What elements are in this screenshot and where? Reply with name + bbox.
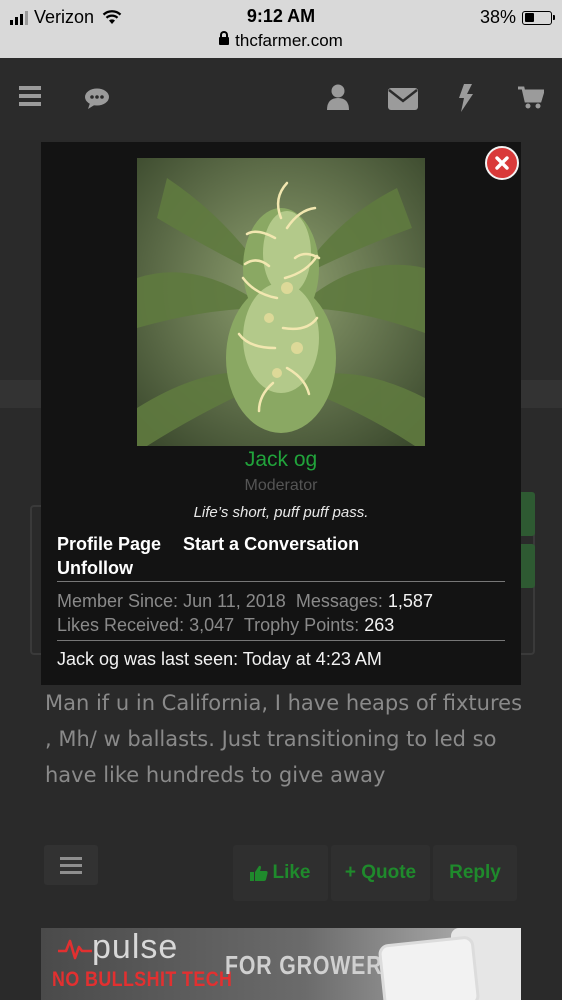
- likes-value: 3,047: [189, 615, 235, 635]
- ad-tagline: NO BULLSHIT TECH: [52, 968, 233, 991]
- reply-button[interactable]: Reply: [433, 845, 517, 901]
- member-signature: Life’s short, puff puff pass.: [193, 504, 369, 521]
- clock: 9:12 AM: [246, 6, 316, 26]
- cart-icon[interactable]: [518, 86, 544, 110]
- member-name[interactable]: Jack og: [41, 448, 521, 472]
- address-bar[interactable]: thcfarmer.com: [0, 31, 562, 51]
- member-since-label: Member Since:: [57, 591, 179, 611]
- post-actions: Like + Quote Reply: [0, 845, 562, 903]
- last-seen: Jack og was last seen: Today at 4:23 AM: [57, 649, 382, 669]
- status-bar: Verizon 9:12 AM thcfarmer.com 38%: [0, 0, 562, 58]
- like-button[interactable]: Like: [233, 845, 328, 901]
- messages-value[interactable]: 1,587: [388, 591, 433, 611]
- avatar[interactable]: [137, 158, 425, 446]
- divider: [57, 640, 505, 641]
- messages-label: Messages:: [295, 591, 383, 611]
- lock-icon: [219, 31, 230, 45]
- site-navbar: [0, 58, 562, 140]
- quote-label: + Quote: [344, 862, 417, 883]
- close-button[interactable]: [485, 146, 519, 180]
- close-icon: [495, 156, 509, 170]
- member-stats: Member Since: Jun 11, 2018 Messages: 1,5…: [57, 589, 507, 637]
- member-since-value: Jun 11, 2018: [183, 591, 286, 611]
- chat-icon[interactable]: [84, 88, 110, 110]
- bolt-icon[interactable]: [458, 84, 474, 112]
- divider: [57, 581, 505, 582]
- trophy-label: Trophy Points:: [243, 615, 360, 635]
- reply-label: Reply: [449, 862, 501, 883]
- trophy-value[interactable]: 263: [364, 615, 394, 635]
- pulse-icon: [58, 939, 92, 960]
- like-label: Like: [272, 862, 311, 883]
- post-menu-button[interactable]: [44, 845, 98, 885]
- battery-status: 38%: [479, 7, 555, 28]
- ad-logo: pulse: [58, 928, 178, 967]
- member-role: Moderator: [244, 477, 318, 494]
- ad-phone-image: [377, 935, 481, 1000]
- menu-icon[interactable]: [19, 86, 41, 106]
- mail-icon[interactable]: [388, 88, 418, 110]
- member-card-popup: Jack og Moderator Life’s short, puff puf…: [41, 142, 521, 685]
- ad-banner[interactable]: pulse NO BULLSHIT TECH FOR GROWERS: [41, 928, 521, 1000]
- thumbs-up-icon: [250, 865, 269, 881]
- member-actions: Profile Page Start a Conversation Unfollo…: [57, 532, 507, 580]
- quote-button[interactable]: + Quote: [331, 845, 430, 901]
- unfollow-link[interactable]: Unfollow: [57, 558, 133, 578]
- ad-headline: FOR GROWERS: [225, 950, 398, 980]
- profile-page-link[interactable]: Profile Page: [57, 534, 161, 554]
- start-conversation-link[interactable]: Start a Conversation: [183, 534, 359, 554]
- url-text: thcfarmer.com: [235, 31, 343, 50]
- user-icon[interactable]: [327, 84, 349, 110]
- battery-icon: [522, 10, 555, 25]
- ad-logo-text: pulse: [92, 928, 179, 966]
- post-message: Man if u in California, I have heaps of …: [45, 691, 523, 787]
- likes-label: Likes Received:: [57, 615, 185, 635]
- battery-percent: 38%: [479, 7, 516, 27]
